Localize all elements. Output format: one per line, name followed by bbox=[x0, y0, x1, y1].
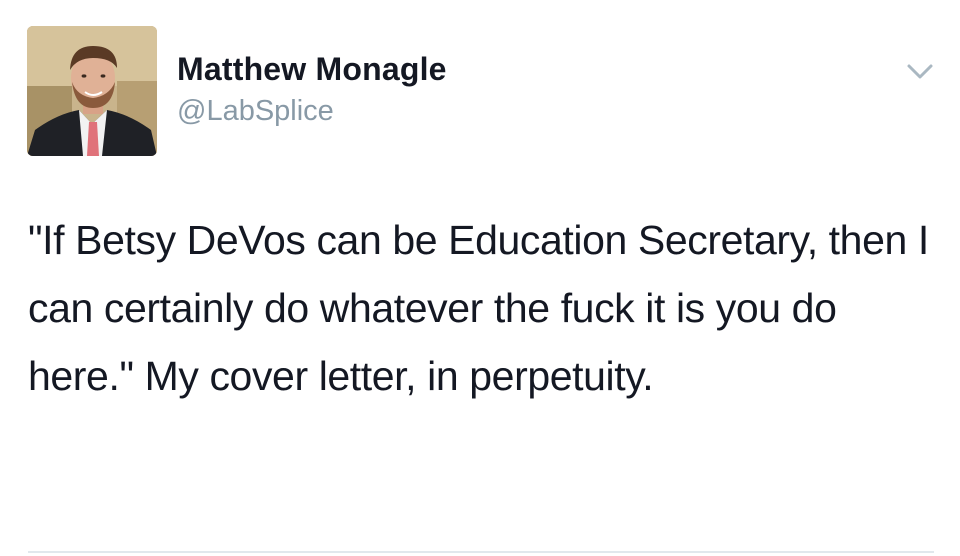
avatar[interactable] bbox=[27, 26, 157, 156]
chevron-down-icon[interactable] bbox=[904, 58, 936, 84]
author-name[interactable]: Matthew Monagle bbox=[177, 50, 447, 88]
tweet-text: "If Betsy DeVos can be Education Secreta… bbox=[28, 217, 940, 399]
divider bbox=[28, 551, 934, 553]
tweet-card: Matthew Monagle @LabSplice "If Betsy DeV… bbox=[0, 0, 960, 556]
profile-photo-icon bbox=[27, 26, 157, 156]
author-handle[interactable]: @LabSplice bbox=[177, 93, 334, 129]
